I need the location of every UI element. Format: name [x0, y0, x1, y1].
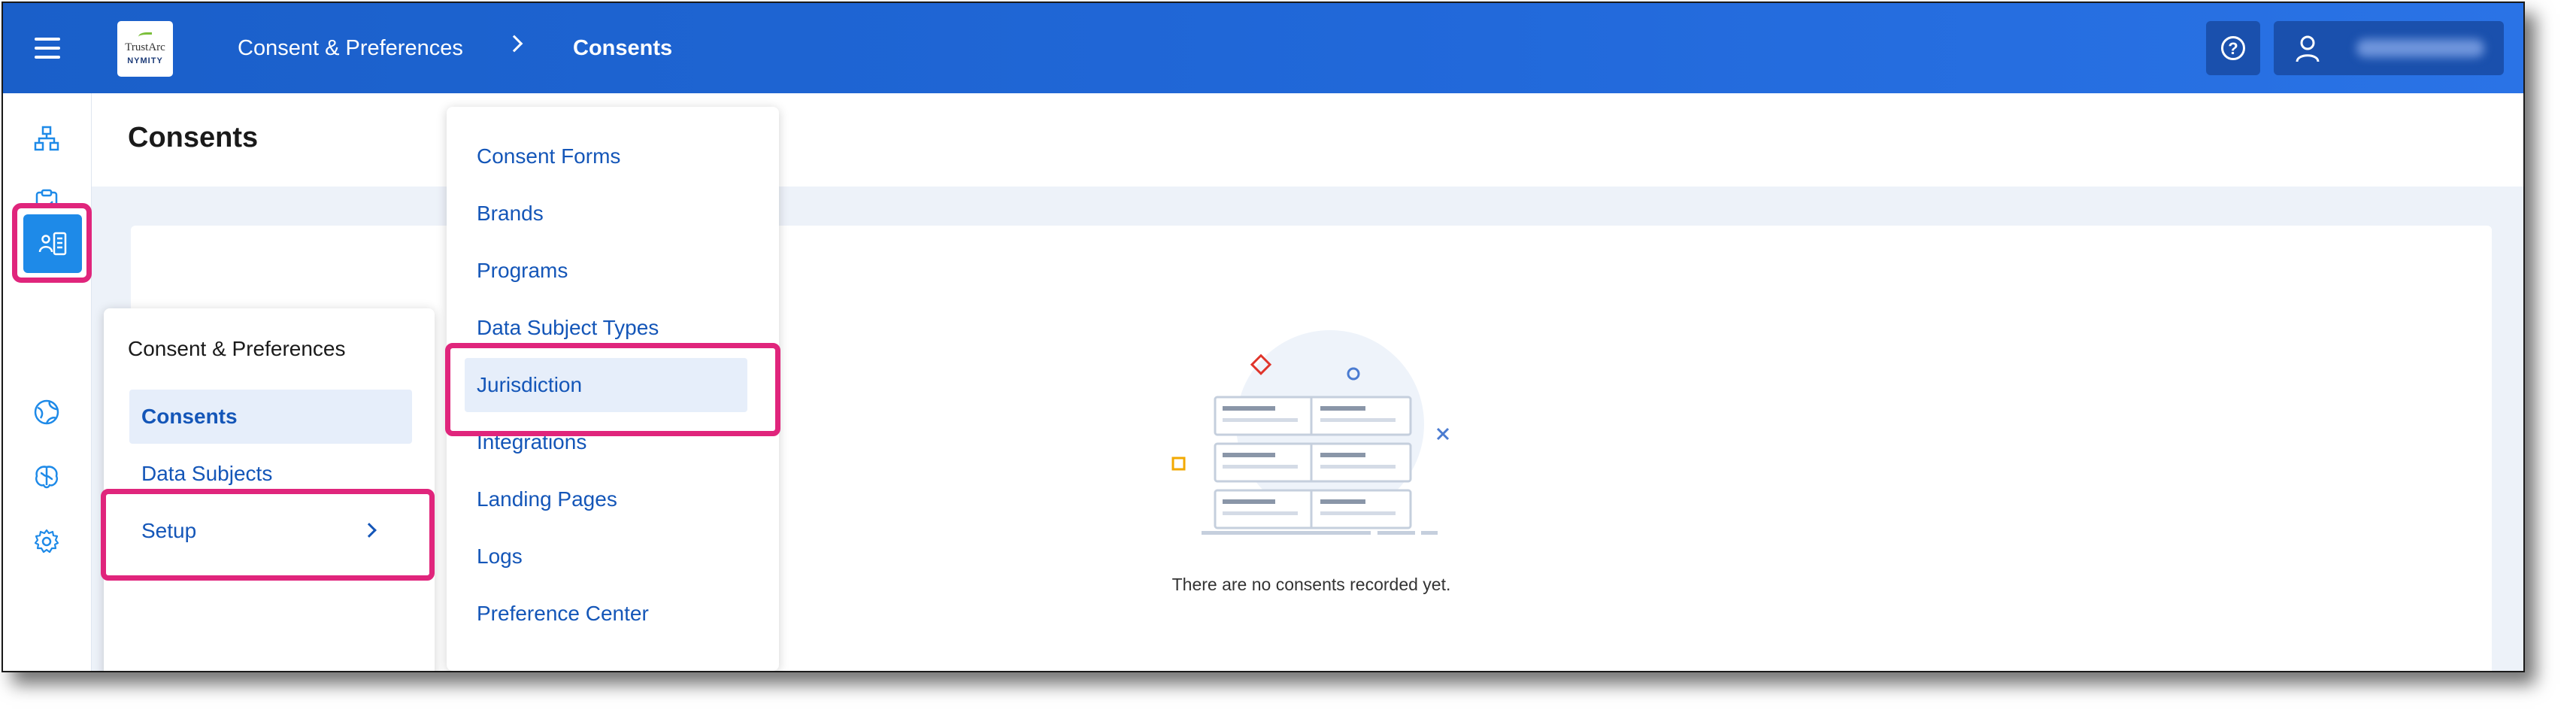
left-rail	[3, 93, 92, 671]
highlight-box-jurisdiction	[445, 343, 780, 436]
consent-preferences-rail-button[interactable]	[23, 214, 82, 273]
menu-title: Consent & Preferences	[128, 337, 346, 360]
highlight-box-rail	[12, 203, 92, 283]
chevron-right-icon	[505, 35, 523, 53]
app-window: TrustArc NYMITY Consent & Preferences Co…	[2, 2, 2525, 672]
page-title: Consents	[128, 122, 259, 153]
hamburger-menu-icon[interactable]	[35, 38, 60, 59]
gear-icon[interactable]	[29, 523, 65, 560]
empty-state-illustration	[1171, 330, 1450, 535]
empty-state-message: There are no consents recorded yet.	[1171, 575, 1451, 594]
submenu-item-programs[interactable]: Programs	[465, 244, 747, 298]
submenu-item-logs[interactable]: Logs	[465, 529, 747, 584]
user-menu-button[interactable]	[2274, 21, 2504, 75]
trustarc-logo[interactable]: TrustArc NYMITY	[117, 21, 173, 77]
logo-line2: NYMITY	[127, 56, 163, 65]
breadcrumb-parent[interactable]: Consent & Preferences	[238, 33, 463, 63]
submenu-item-consent-forms[interactable]: Consent Forms	[465, 129, 747, 184]
hierarchy-icon[interactable]	[29, 120, 65, 156]
top-bar: TrustArc NYMITY Consent & Preferences Co…	[3, 3, 2523, 93]
submenu-item-landing-pages[interactable]: Landing Pages	[465, 472, 747, 526]
help-icon: ?	[2221, 36, 2245, 60]
menu-item-consents[interactable]: Consents	[129, 390, 412, 444]
submenu-item-brands[interactable]: Brands	[465, 187, 747, 241]
highlight-box-setup	[101, 489, 435, 581]
user-name-redacted	[2356, 39, 2484, 57]
consent-icon	[38, 232, 67, 256]
logo-line1: TrustArc	[125, 41, 165, 53]
user-icon	[2296, 35, 2320, 62]
submenu-item-preference-center[interactable]: Preference Center	[465, 587, 747, 641]
leaf-icon	[138, 32, 152, 40]
help-button[interactable]: ?	[2206, 21, 2260, 75]
breadcrumb-current: Consents	[573, 36, 673, 60]
globe-icon[interactable]	[29, 394, 65, 430]
brain-icon[interactable]	[29, 459, 65, 495]
